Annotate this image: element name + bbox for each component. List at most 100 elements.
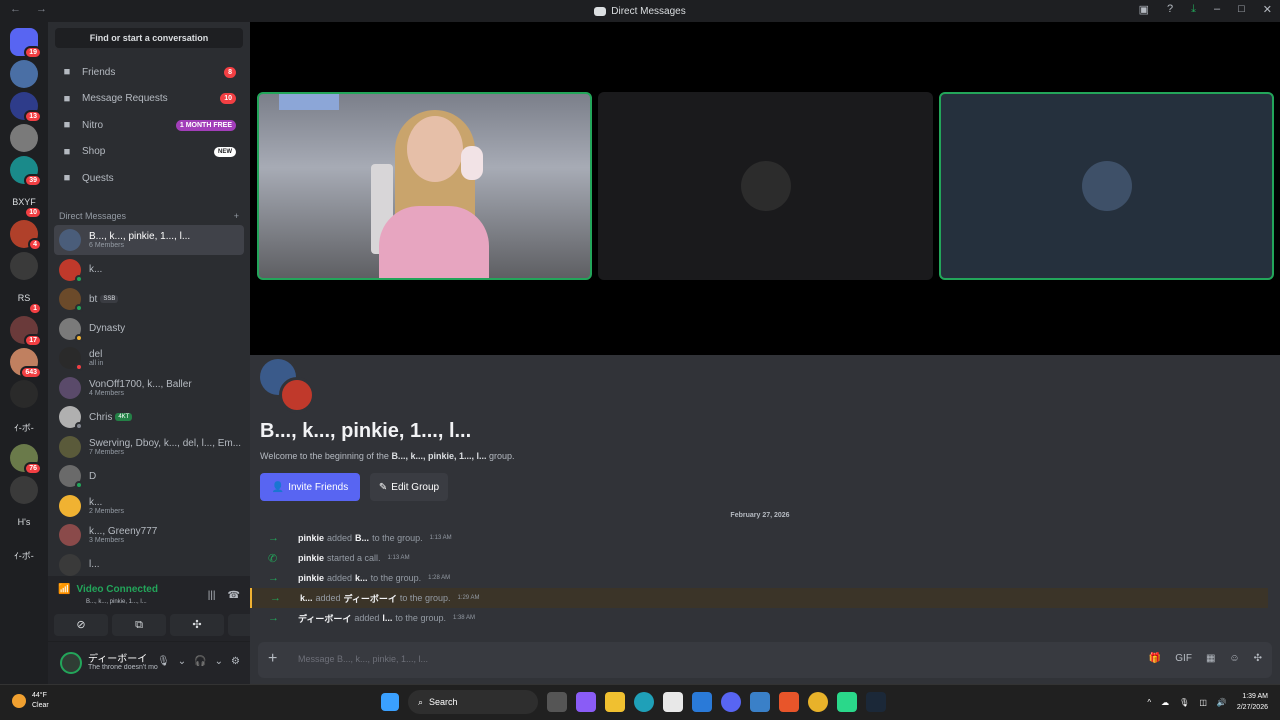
close-button[interactable]: ✕	[1263, 3, 1272, 16]
server-item[interactable]: ｲ-ボ-	[8, 549, 40, 562]
camera-off-button[interactable]: ⊘	[54, 614, 108, 636]
dm-item[interactable]: del all in	[54, 343, 244, 373]
dm-item[interactable]: Swerving, Dboy, k..., del, l..., Em... 7 …	[54, 432, 244, 462]
disconnect-icon[interactable]: ☎	[228, 590, 240, 601]
clock[interactable]: 1:39 AM 2/27/2026	[1237, 691, 1268, 713]
dm-name: l...	[89, 559, 100, 570]
android-icon[interactable]	[837, 692, 857, 712]
edit-group-button[interactable]: ✎ Edit Group	[370, 473, 448, 501]
inbox-icon[interactable]: ▣	[1139, 3, 1149, 16]
message-composer[interactable]: + Message B..., k..., pinkie, 1..., l...…	[258, 642, 1272, 678]
dm-item[interactable]: B..., k..., pinkie, 1..., l... 6 Members	[54, 225, 244, 255]
steam-icon[interactable]	[866, 692, 886, 712]
message-target[interactable]: B...	[355, 533, 369, 543]
gif-icon[interactable]: GIF	[1175, 653, 1192, 664]
dm-subtitle: 6 Members	[89, 242, 125, 249]
video-tile-participant[interactable]	[598, 92, 933, 280]
apps-icon[interactable]: ✣	[1254, 653, 1262, 664]
emoji-icon[interactable]: ☺	[1229, 653, 1239, 664]
maximize-button[interactable]: □	[1238, 3, 1245, 16]
server-icon[interactable]	[10, 380, 38, 408]
server-item[interactable]: ｲ-ボ-	[8, 421, 40, 434]
message-target[interactable]: k...	[355, 573, 368, 583]
nitro-icon: ■	[63, 119, 71, 132]
message-actor[interactable]: ディーボーイ	[298, 612, 351, 625]
discord-icon[interactable]	[721, 692, 741, 712]
message-target[interactable]: l...	[382, 613, 392, 623]
nav-item-nitro[interactable]: ■ Nitro 1 MONTH FREE	[54, 113, 244, 137]
dm-item[interactable]: bt SSB	[54, 284, 244, 314]
share-screen-button[interactable]: ⧉	[112, 614, 166, 636]
nav-label: Nitro	[82, 119, 104, 131]
taskbar-search[interactable]: ⌕ Search	[408, 690, 538, 714]
chevron-up-icon[interactable]: ^	[1147, 698, 1151, 707]
voice-channel[interactable]: B..., k..., pinkie, 1..., l...	[86, 599, 147, 605]
message-actor[interactable]: pinkie	[298, 533, 324, 543]
chevron-down-icon[interactable]: ⌄	[178, 656, 186, 667]
task-view-icon[interactable]	[547, 692, 567, 712]
dm-name-text: B..., k..., pinkie, 1..., l...	[89, 231, 191, 242]
minimize-button[interactable]: –	[1214, 3, 1220, 16]
nav-item-friends[interactable]: ■ Friends 8	[54, 60, 244, 84]
find-conversation-button[interactable]: Find or start a conversation	[55, 28, 243, 48]
mic-icon[interactable]: 🎙	[1179, 698, 1189, 707]
dm-item[interactable]: l...	[54, 550, 244, 580]
dm-item[interactable]: k...	[54, 255, 244, 285]
dm-item[interactable]: Dynasty	[54, 314, 244, 344]
message-rest: to the group.	[372, 533, 423, 543]
copilot-icon[interactable]	[576, 692, 596, 712]
chevron-down-icon[interactable]: ⌄	[215, 656, 223, 667]
message-actor[interactable]: k...	[300, 593, 313, 603]
create-dm-icon[interactable]: +	[234, 211, 239, 221]
message-actor[interactable]: pinkie	[298, 553, 324, 563]
photos-icon[interactable]	[750, 692, 770, 712]
avatar[interactable]	[60, 652, 82, 674]
history-nav[interactable]: ← →	[10, 3, 53, 15]
server-icon[interactable]	[10, 476, 38, 504]
headphones-icon[interactable]: 🎧	[194, 656, 206, 667]
noise-suppression-icon[interactable]: |||	[208, 590, 216, 601]
dm-item[interactable]: Chris 4KT	[54, 402, 244, 432]
edge-icon[interactable]	[634, 692, 654, 712]
nav-item-shop[interactable]: ■ Shop NEW	[54, 140, 244, 164]
weather-widget[interactable]: 44°F Clear	[12, 691, 49, 711]
onedrive-icon[interactable]: ☁	[1161, 698, 1169, 707]
wifi-icon[interactable]: ◫	[1199, 698, 1207, 707]
dm-item[interactable]: k... 2 Members	[54, 491, 244, 521]
arrow-right-icon: →	[268, 612, 279, 624]
video-tile-participant[interactable]	[939, 92, 1274, 280]
invite-friends-button[interactable]: 👤 Invite Friends	[260, 473, 360, 501]
download-icon[interactable]: ⤓	[1191, 3, 1196, 16]
nav-item-message-requests[interactable]: ■ Message Requests 10	[54, 87, 244, 111]
arrow-right-icon: →	[270, 592, 281, 604]
message-timestamp: 1:28 AM	[428, 575, 451, 581]
help-icon[interactable]: ?	[1167, 3, 1173, 16]
dm-item[interactable]: D	[54, 461, 244, 491]
server-icon[interactable]	[10, 60, 38, 88]
gift-icon[interactable]: 🎁	[1149, 653, 1161, 664]
store-icon[interactable]	[663, 692, 683, 712]
video-tile-camera[interactable]	[257, 92, 592, 280]
system-message: → pinkie added k... to the group. 1:28 AM	[250, 568, 1268, 588]
gear-icon[interactable]: ⚙	[231, 656, 240, 667]
sticker-icon[interactable]: ▦	[1206, 653, 1215, 664]
volume-icon[interactable]: 🔊	[1217, 698, 1227, 707]
windows-start-icon[interactable]	[381, 693, 399, 711]
mic-icon[interactable]: 🎙	[157, 656, 170, 667]
server-item[interactable]: H's	[8, 517, 40, 527]
message-actor[interactable]: pinkie	[298, 573, 324, 583]
app-icon[interactable]	[779, 692, 799, 712]
nav-item-quests[interactable]: ■ Quests	[54, 166, 244, 190]
message-input[interactable]: Message B..., k..., pinkie, 1..., l...	[298, 654, 428, 664]
chrome-icon[interactable]	[808, 692, 828, 712]
dm-item[interactable]: k..., Greeny777 3 Members	[54, 520, 244, 550]
dm-item[interactable]: VonOff1700, k..., Baller 4 Members	[54, 373, 244, 403]
activities-button[interactable]: ✣	[170, 614, 224, 636]
dm-name: Swerving, Dboy, k..., del, l..., Em...	[89, 438, 241, 449]
message-target[interactable]: ディーボーイ	[344, 592, 397, 605]
server-icon[interactable]	[10, 252, 38, 280]
mail-icon[interactable]	[692, 692, 712, 712]
plus-icon[interactable]: +	[268, 650, 277, 668]
file-explorer-icon[interactable]	[605, 692, 625, 712]
server-icon[interactable]	[10, 124, 38, 152]
